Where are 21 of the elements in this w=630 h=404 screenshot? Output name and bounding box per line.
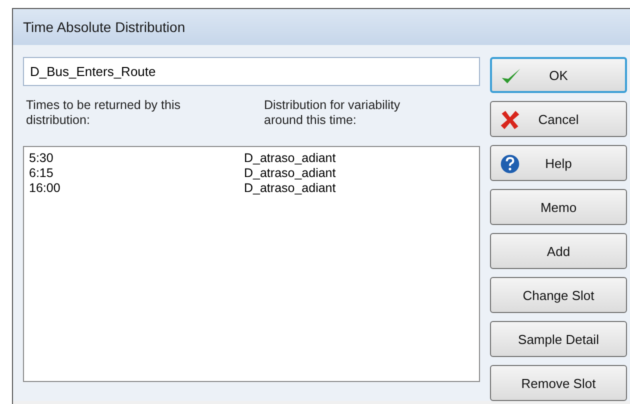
help-button[interactable]: Help	[490, 145, 627, 181]
column-label: Times to be returned by this distribution:	[25, 98, 182, 129]
dialog-button[interactable]: Remove Slot	[490, 365, 627, 401]
dialog-button[interactable]: Add	[490, 233, 627, 269]
help-icon	[499, 153, 521, 175]
dialog-button[interactable]: Sample Detail	[490, 321, 627, 357]
dialog-button[interactable]: Memo	[490, 189, 627, 225]
time-cell-text: 16:00	[29, 181, 62, 196]
distribution-cell: D_atraso_adiant	[244, 151, 336, 166]
window-title: Time Absolute Distribution	[23, 19, 186, 35]
ok-button[interactable]: OK	[490, 57, 627, 93]
time-cell-text: 6:15	[29, 166, 54, 181]
column-label: Distribution for variability around this time:	[264, 98, 402, 129]
name-field[interactable]: D_Bus_Enters_Route	[23, 57, 480, 86]
cross-icon	[499, 109, 521, 131]
cancel-button[interactable]: Cancel	[490, 101, 627, 137]
distribution-cell: D_atraso_adiant	[244, 181, 336, 196]
times-list[interactable]: 5:30 D_atraso_adiant 6:15 D_atraso_adiant 16:00 D_atraso_adiant	[23, 146, 480, 382]
distribution-cell: D_atraso_adiant	[244, 166, 336, 181]
dialog-button[interactable]: Change Slot	[490, 277, 627, 313]
time-cell-text: 5:30	[29, 151, 54, 166]
